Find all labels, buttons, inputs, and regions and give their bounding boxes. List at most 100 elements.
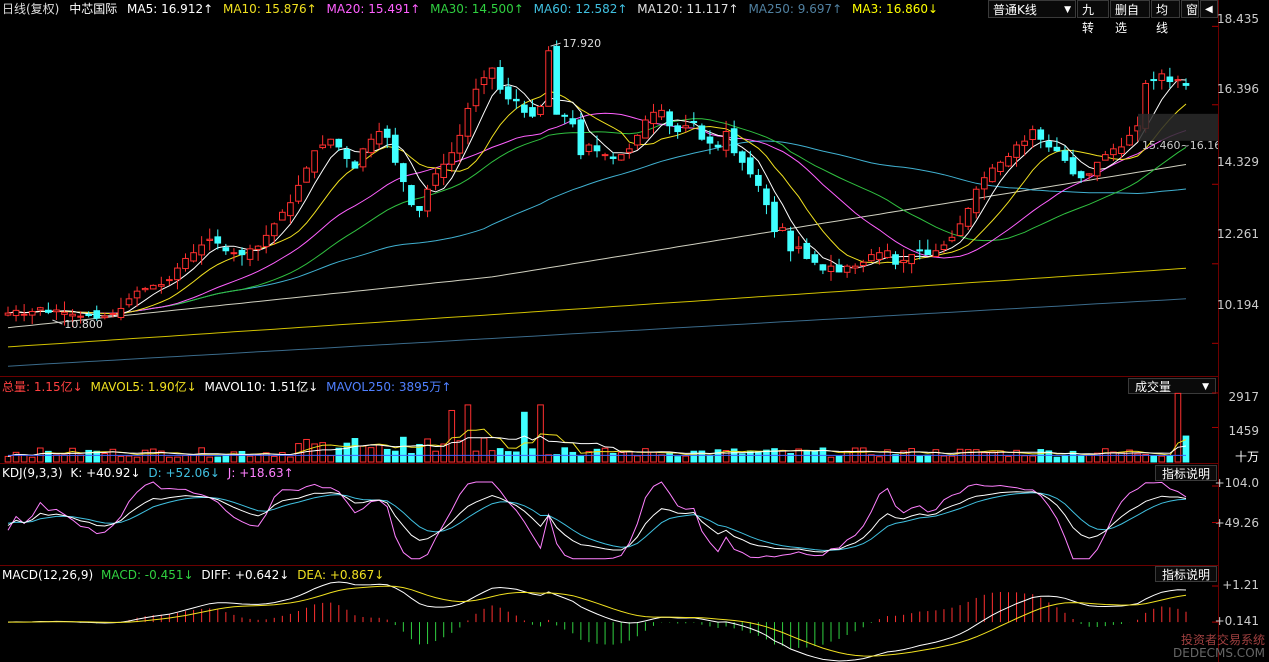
candle-body bbox=[529, 107, 536, 117]
volume-bar bbox=[472, 450, 480, 463]
candle-body bbox=[287, 202, 294, 217]
candle-body bbox=[12, 309, 20, 317]
candle-body bbox=[1158, 73, 1166, 81]
volume-bar bbox=[214, 456, 222, 463]
kdj-axis-label-1: +49.26 bbox=[1214, 516, 1259, 530]
volume-bar bbox=[835, 455, 843, 463]
candle-body bbox=[496, 67, 504, 90]
price-axis-label-1: 16.396 bbox=[1217, 82, 1259, 96]
candle-body bbox=[133, 290, 141, 299]
volume-bar bbox=[464, 404, 472, 463]
price-chart[interactable]: 17.920 10.800 15.460~16.160 bbox=[0, 0, 1218, 376]
volume-bar bbox=[916, 455, 924, 463]
candle-body bbox=[400, 163, 407, 183]
candle-body bbox=[303, 167, 310, 183]
volume-bar bbox=[254, 454, 262, 463]
candle-body bbox=[359, 148, 367, 168]
candle-body bbox=[375, 131, 383, 145]
kdj-chart[interactable] bbox=[0, 464, 1218, 564]
volume-bar bbox=[367, 447, 375, 463]
range-box bbox=[1138, 113, 1218, 141]
volume-bar bbox=[650, 451, 657, 463]
candle-body bbox=[270, 223, 278, 237]
volume-bar bbox=[391, 450, 399, 463]
candle-body bbox=[892, 254, 899, 265]
candle-body bbox=[45, 309, 52, 313]
volume-chart[interactable] bbox=[0, 377, 1218, 463]
candle-body bbox=[61, 311, 68, 315]
candle-body bbox=[972, 188, 980, 214]
volume-bar bbox=[1029, 455, 1037, 463]
candle-body bbox=[1101, 154, 1109, 161]
volume-bar bbox=[1150, 455, 1158, 463]
volume-bar bbox=[246, 455, 254, 463]
price-axis-label-3: 12.261 bbox=[1217, 227, 1259, 241]
candle-body bbox=[1069, 157, 1077, 175]
candle-body bbox=[504, 86, 512, 100]
candle-body bbox=[262, 234, 270, 248]
candle-body bbox=[512, 98, 520, 102]
candle-body bbox=[456, 134, 464, 154]
candle-body bbox=[36, 307, 44, 311]
volume-bar bbox=[424, 438, 431, 463]
candle-body bbox=[222, 247, 230, 252]
volume-bar bbox=[569, 451, 577, 463]
volume-bar bbox=[61, 454, 68, 463]
volume-bar bbox=[222, 454, 230, 463]
ma60-line bbox=[7, 140, 1187, 314]
candle-body bbox=[1150, 79, 1158, 82]
candle-body bbox=[1166, 76, 1174, 83]
candle-body bbox=[690, 120, 698, 123]
candle-body bbox=[843, 265, 851, 273]
candle-body bbox=[149, 284, 157, 290]
candle-body bbox=[1013, 144, 1020, 158]
candle-body bbox=[980, 177, 988, 190]
volume-bar bbox=[1053, 456, 1061, 463]
candle-body bbox=[157, 284, 165, 287]
candle-body bbox=[940, 244, 948, 251]
volume-bar bbox=[327, 455, 335, 463]
candle-body bbox=[803, 242, 811, 259]
candle-body bbox=[609, 156, 617, 159]
volume-bar bbox=[12, 451, 20, 463]
candle-body bbox=[166, 279, 173, 282]
candle-body bbox=[811, 254, 819, 263]
candle-body bbox=[569, 118, 577, 125]
candle-body bbox=[706, 136, 714, 144]
candle-body bbox=[561, 114, 569, 117]
volume-axis-label-1: 1459 bbox=[1228, 424, 1259, 438]
volume-bar bbox=[658, 454, 665, 463]
volume-bar bbox=[133, 456, 141, 463]
candle-body bbox=[601, 154, 609, 157]
candle-body bbox=[997, 161, 1004, 173]
kdj-axis-label-0: +104.0 bbox=[1214, 476, 1259, 490]
low-annotation: 10.800 bbox=[64, 318, 103, 331]
candle-body bbox=[989, 167, 996, 183]
volume-bar bbox=[432, 450, 439, 463]
volume-bar bbox=[101, 453, 109, 463]
candle-body bbox=[125, 298, 133, 306]
candle-body bbox=[343, 149, 351, 159]
volume-bar bbox=[1118, 451, 1125, 463]
volume-bar bbox=[480, 437, 488, 463]
candle-body bbox=[593, 145, 601, 152]
candle-body bbox=[141, 287, 149, 291]
macd-chart[interactable] bbox=[0, 566, 1218, 662]
candle-body bbox=[69, 313, 76, 317]
volume-bar bbox=[617, 452, 625, 463]
volume-bar bbox=[682, 455, 690, 463]
volume-bar bbox=[1166, 455, 1174, 463]
volume-bar bbox=[77, 454, 84, 463]
candle-body bbox=[1077, 171, 1085, 179]
candle-body bbox=[908, 254, 915, 265]
volume-bar bbox=[287, 456, 294, 463]
candle-body bbox=[585, 144, 593, 152]
volume-bar bbox=[117, 455, 125, 463]
volume-bar bbox=[512, 451, 520, 463]
candle-body bbox=[634, 134, 641, 146]
candle-body bbox=[1110, 148, 1117, 156]
candle-body bbox=[117, 307, 125, 319]
volume-bar bbox=[940, 455, 948, 463]
volume-bar bbox=[1021, 455, 1028, 463]
candle-body bbox=[666, 111, 673, 127]
